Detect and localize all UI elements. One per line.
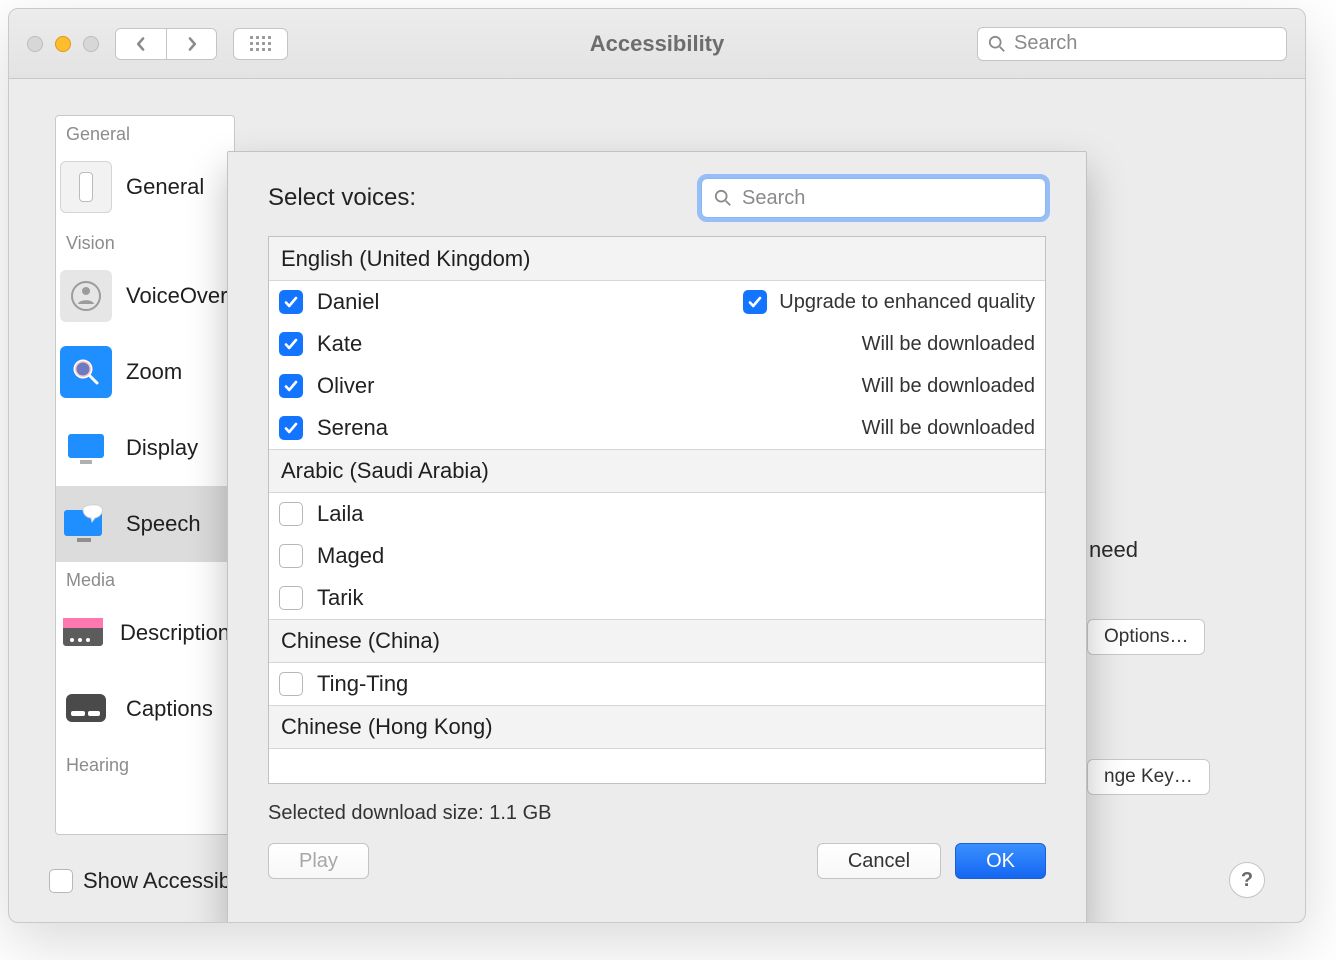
menubar-status-checkbox[interactable] — [49, 869, 73, 893]
back-button[interactable] — [116, 29, 166, 59]
grid-icon — [250, 36, 272, 52]
voice-note-text: Will be downloaded — [862, 333, 1035, 356]
sidebar-item-speech[interactable]: Speech — [56, 486, 234, 562]
close-dot[interactable] — [27, 36, 43, 52]
minimize-dot[interactable] — [55, 36, 71, 52]
voiceover-icon — [60, 270, 112, 322]
voice-note: Will be downloaded — [862, 375, 1035, 398]
voice-name: Oliver — [317, 373, 374, 399]
voice-name: Daniel — [317, 289, 379, 315]
voice-section-header: English (United Kingdom) — [269, 237, 1045, 281]
search-icon — [988, 35, 1006, 53]
sidebar-item-descriptions[interactable]: Descriptions — [56, 595, 234, 671]
speech-icon — [60, 498, 112, 550]
content-area: General General Vision VoiceOver Zoom — [9, 79, 1305, 922]
sidebar-item-display[interactable]: Display — [56, 410, 234, 486]
help-button[interactable]: ? — [1229, 862, 1265, 898]
chevron-left-icon — [134, 37, 148, 51]
voice-section-header: Arabic (Saudi Arabia) — [269, 449, 1045, 493]
zoom-icon — [60, 346, 112, 398]
voice-note-text: Will be downloaded — [862, 417, 1035, 440]
voice-row[interactable]: Kate Will be downloaded — [269, 323, 1045, 365]
voice-section-header: Chinese (China) — [269, 619, 1045, 663]
voice-row[interactable]: Serena Will be downloaded — [269, 407, 1045, 449]
voice-section-header: Chinese (Hong Kong) — [269, 705, 1045, 749]
nav-segment — [115, 28, 217, 60]
voice-note-text: Will be downloaded — [862, 375, 1035, 398]
display-icon — [60, 422, 112, 474]
voice-name: Tarik — [317, 585, 363, 611]
sidebar-item-general[interactable]: General — [56, 149, 234, 225]
chevron-right-icon — [185, 37, 199, 51]
voice-row[interactable]: Ting-Ting — [269, 663, 1045, 705]
preferences-window: Accessibility Search General General Vis… — [8, 8, 1306, 923]
sidebar-item-captions[interactable]: Captions — [56, 671, 234, 747]
download-size-label: Selected download size: 1.1 GB — [268, 802, 1046, 825]
show-all-button[interactable] — [233, 28, 288, 60]
voice-row[interactable]: Tarik — [269, 577, 1045, 619]
voice-checkbox[interactable] — [279, 332, 303, 356]
dialog-search[interactable]: Search — [701, 178, 1046, 218]
voice-row[interactable]: Oliver Will be downloaded — [269, 365, 1045, 407]
voice-checkbox[interactable] — [279, 290, 303, 314]
zoom-dot[interactable] — [83, 36, 99, 52]
voice-note: Will be downloaded — [862, 417, 1035, 440]
voice-row[interactable]: Daniel Upgrade to enhanced quality — [269, 281, 1045, 323]
background-need-text: need — [1089, 537, 1138, 563]
voice-checkbox[interactable] — [279, 544, 303, 568]
traffic-lights — [27, 36, 99, 52]
sidebar-item-voiceover[interactable]: VoiceOver — [56, 258, 234, 334]
sidebar-group-general: General — [56, 116, 234, 149]
sidebar-item-zoom[interactable]: Zoom — [56, 334, 234, 410]
voice-checkbox[interactable] — [279, 672, 303, 696]
voice-note: Will be downloaded — [862, 333, 1035, 356]
options-button[interactable]: Options… — [1087, 619, 1205, 655]
toolbar-search[interactable]: Search — [977, 27, 1287, 61]
enhance-checkbox[interactable] — [743, 290, 767, 314]
sidebar-group-media: Media — [56, 562, 234, 595]
voice-list[interactable]: English (United Kingdom) Daniel Upgrade to… — [268, 236, 1046, 784]
voice-checkbox[interactable] — [279, 502, 303, 526]
descriptions-icon — [60, 607, 106, 659]
dialog-footer: Selected download size: 1.1 GB Play Canc… — [228, 784, 1086, 879]
sidebar-group-vision: Vision — [56, 225, 234, 258]
play-button[interactable]: Play — [268, 843, 369, 879]
dialog-search-placeholder: Search — [742, 187, 805, 210]
forward-button[interactable] — [166, 29, 216, 59]
category-sidebar: General General Vision VoiceOver Zoom — [55, 115, 235, 835]
captions-icon — [60, 683, 112, 735]
voice-checkbox[interactable] — [279, 416, 303, 440]
change-key-button[interactable]: nge Key… — [1087, 759, 1210, 795]
general-icon — [60, 161, 112, 213]
voice-name: Serena — [317, 415, 388, 441]
voice-note-text: Upgrade to enhanced quality — [779, 291, 1035, 314]
dialog-header: Select voices: Search — [228, 152, 1086, 236]
voice-row[interactable]: Laila — [269, 493, 1045, 535]
cancel-button[interactable]: Cancel — [817, 843, 941, 879]
search-icon — [714, 189, 732, 207]
titlebar: Accessibility Search — [9, 9, 1305, 79]
voice-name: Ting-Ting — [317, 671, 408, 697]
toolbar-search-placeholder: Search — [1014, 32, 1077, 55]
sidebar-group-hearing: Hearing — [56, 747, 234, 780]
dialog-title: Select voices: — [268, 184, 416, 212]
voice-name: Kate — [317, 331, 362, 357]
voice-name: Maged — [317, 543, 384, 569]
voice-checkbox[interactable] — [279, 586, 303, 610]
select-voices-dialog: Select voices: Search English (United Ki… — [227, 151, 1087, 923]
voice-row[interactable]: Maged — [269, 535, 1045, 577]
ok-button[interactable]: OK — [955, 843, 1046, 879]
voice-name: Laila — [317, 501, 363, 527]
voice-checkbox[interactable] — [279, 374, 303, 398]
voice-note: Upgrade to enhanced quality — [743, 290, 1035, 314]
